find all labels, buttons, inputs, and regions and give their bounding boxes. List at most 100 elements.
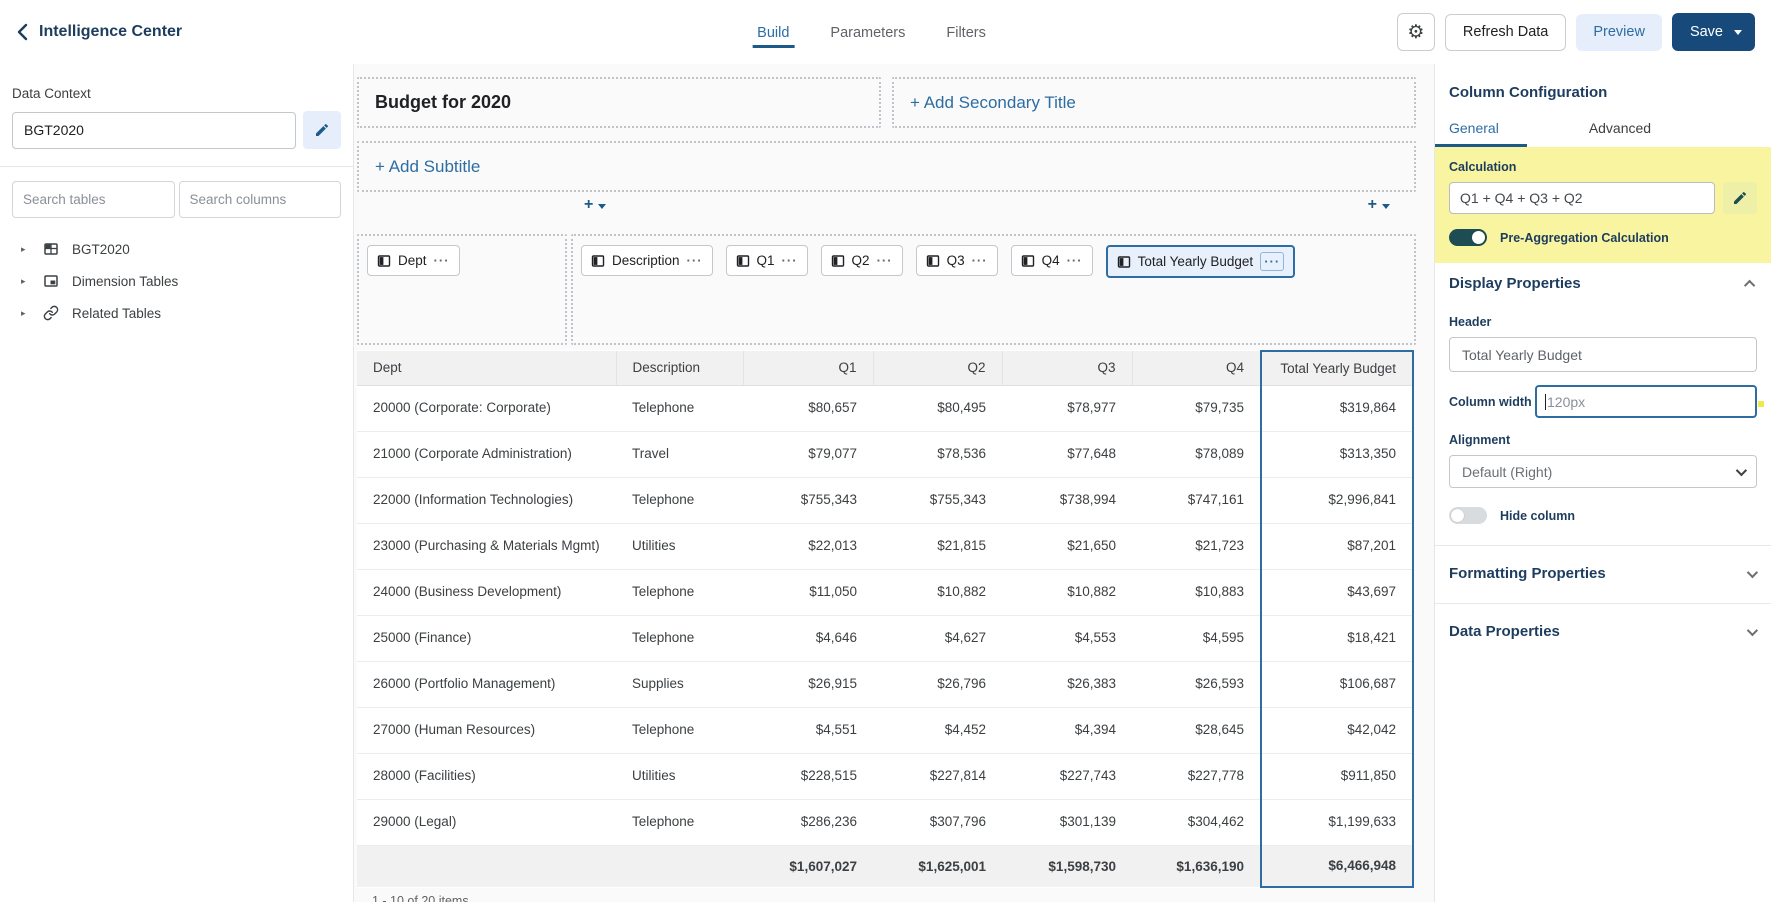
column-header-total-yearly-budget[interactable]: Total Yearly Budget: [1261, 351, 1413, 385]
table-cell: $21,815: [873, 523, 1002, 569]
columns-icon: [1021, 254, 1035, 268]
data-properties-header[interactable]: Data Properties: [1435, 623, 1771, 640]
column-header-q3[interactable]: Q3: [1002, 351, 1132, 385]
chip-menu-icon[interactable]: ···: [434, 254, 450, 267]
table-cell: $227,743: [1002, 753, 1132, 799]
refresh-data-button[interactable]: Refresh Data: [1445, 14, 1566, 51]
columns-icon: [1117, 255, 1131, 269]
table-row: 29000 (Legal)Telephone$286,236$307,796$3…: [357, 799, 1413, 845]
column-header-q1[interactable]: Q1: [743, 351, 873, 385]
chip-menu-icon[interactable]: ···: [1067, 254, 1083, 267]
table-cell: $4,646: [743, 615, 873, 661]
column-header-description[interactable]: Description: [616, 351, 743, 385]
table-cell: $78,089: [1132, 431, 1261, 477]
table-cell: Telephone: [616, 799, 743, 845]
chip-menu-icon[interactable]: ···: [782, 254, 798, 267]
search-tables-input[interactable]: [12, 181, 175, 218]
data-context-sidebar: Data Context ▸ BGT2020: [0, 64, 354, 902]
edit-calculation-button[interactable]: [1723, 182, 1757, 214]
table-row: 26000 (Portfolio Management)Supplies$26,…: [357, 661, 1413, 707]
formatting-properties-header[interactable]: Formatting Properties: [1435, 565, 1771, 582]
add-secondary-title-button[interactable]: + Add Secondary Title: [892, 77, 1416, 128]
chip-menu-icon[interactable]: ···: [972, 254, 988, 267]
totals-cell: $1,625,001: [873, 845, 1002, 887]
report-title-box[interactable]: Budget for 2020: [357, 77, 881, 128]
column-chip-dept[interactable]: Dept···: [367, 245, 460, 276]
column-chips-area: Dept··· Description··· Q1··· Q2··· Q3··· Q4·…: [357, 234, 1416, 345]
add-column-button-left[interactable]: +: [584, 196, 606, 214]
add-subtitle-button[interactable]: + Add Subtitle: [357, 141, 1416, 192]
edit-context-button[interactable]: [303, 111, 341, 149]
search-columns-input[interactable]: [179, 181, 342, 218]
calculation-section: Calculation Q1 + Q4 + Q3 + Q2 Pre-Aggreg…: [1435, 147, 1771, 263]
table-cell: $26,796: [873, 661, 1002, 707]
table-cell: Supplies: [616, 661, 743, 707]
settings-button[interactable]: ⚙: [1397, 13, 1435, 51]
chip-menu-icon[interactable]: ···: [687, 254, 703, 267]
table-row: 27000 (Human Resources)Telephone$4,551$4…: [357, 707, 1413, 753]
column-chip-q1[interactable]: Q1···: [726, 245, 808, 276]
topbar-actions: ⚙ Refresh Data Preview Save: [1397, 13, 1755, 51]
pre-aggregation-toggle[interactable]: [1449, 229, 1487, 246]
chevron-down-icon: [1382, 204, 1390, 209]
chip-group-right: Description··· Q1··· Q2··· Q3··· Q4··· Total …: [571, 234, 1416, 345]
back-nav[interactable]: Intelligence Center: [16, 23, 182, 41]
tab-build[interactable]: Build: [755, 3, 791, 61]
table-cell: $18,421: [1261, 615, 1413, 661]
tab-filters[interactable]: Filters: [944, 3, 987, 61]
highlight-dot: [1758, 401, 1764, 407]
chevron-down-icon: [1734, 30, 1742, 35]
text-caret: [1545, 394, 1546, 410]
hide-column-toggle[interactable]: [1449, 507, 1487, 524]
tab-general[interactable]: General: [1435, 114, 1513, 147]
display-properties-header[interactable]: Display Properties: [1435, 275, 1771, 292]
back-label: Intelligence Center: [39, 23, 182, 41]
data-context-input[interactable]: [12, 112, 296, 149]
pencil-icon: [1732, 190, 1748, 206]
table-cell: $286,236: [743, 799, 873, 845]
chip-menu-icon[interactable]: ···: [877, 254, 893, 267]
pagination-label: 1 - 10 of 20 items: [357, 894, 1416, 902]
table-cell: $307,796: [873, 799, 1002, 845]
preview-button[interactable]: Preview: [1576, 14, 1662, 51]
table-cell: Telephone: [616, 385, 743, 431]
column-chip-total-yearly-budget[interactable]: Total Yearly Budget ···: [1106, 245, 1296, 278]
chip-menu-icon[interactable]: ···: [1260, 252, 1284, 271]
column-width-input[interactable]: 120px: [1535, 385, 1757, 418]
table-cell: $11,050: [743, 569, 873, 615]
table-cell: 24000 (Business Development): [357, 569, 616, 615]
table-row: 28000 (Facilities)Utilities$228,515$227,…: [357, 753, 1413, 799]
column-chip-q3[interactable]: Q3···: [916, 245, 998, 276]
chip-label: Total Yearly Budget: [1138, 254, 1254, 269]
column-chip-q4[interactable]: Q4···: [1011, 245, 1093, 276]
column-configuration-panel: Column Configuration General Advanced Ca…: [1434, 64, 1771, 902]
link-icon: [43, 305, 59, 321]
expand-arrow-icon[interactable]: ▸: [21, 276, 30, 287]
table-cell: $4,394: [1002, 707, 1132, 753]
column-chip-description[interactable]: Description···: [581, 245, 713, 276]
column-header-dept[interactable]: Dept: [357, 351, 616, 385]
save-button[interactable]: Save: [1672, 13, 1755, 51]
tab-parameters[interactable]: Parameters: [828, 3, 907, 61]
dimension-tables-icon: [43, 273, 59, 289]
tab-advanced[interactable]: Advanced: [1575, 114, 1665, 147]
add-column-button-right[interactable]: +: [1368, 196, 1390, 214]
calculation-input[interactable]: Q1 + Q4 + Q3 + Q2: [1449, 182, 1715, 214]
gear-icon: ⚙: [1407, 21, 1424, 44]
totals-cell: $6,466,948: [1261, 845, 1413, 887]
tree-item-related-tables[interactable]: ▸ Related Tables: [0, 297, 353, 329]
header-input[interactable]: [1449, 337, 1757, 372]
column-header-q2[interactable]: Q2: [873, 351, 1002, 385]
column-header-q4[interactable]: Q4: [1132, 351, 1261, 385]
table-cell: $28,645: [1132, 707, 1261, 753]
column-chip-q2[interactable]: Q2···: [821, 245, 903, 276]
topbar-tabs: Build Parameters Filters: [755, 0, 988, 64]
table-cell: $87,201: [1261, 523, 1413, 569]
tree-item-bgt2020[interactable]: ▸ BGT2020: [0, 233, 353, 265]
report-title: Budget for 2020: [375, 92, 511, 113]
expand-arrow-icon[interactable]: ▸: [21, 244, 30, 255]
alignment-select[interactable]: Default (Right): [1449, 455, 1757, 488]
tree-item-dimension-tables[interactable]: ▸ Dimension Tables: [0, 265, 353, 297]
table-row: 22000 (Information Technologies)Telephon…: [357, 477, 1413, 523]
expand-arrow-icon[interactable]: ▸: [21, 308, 30, 319]
